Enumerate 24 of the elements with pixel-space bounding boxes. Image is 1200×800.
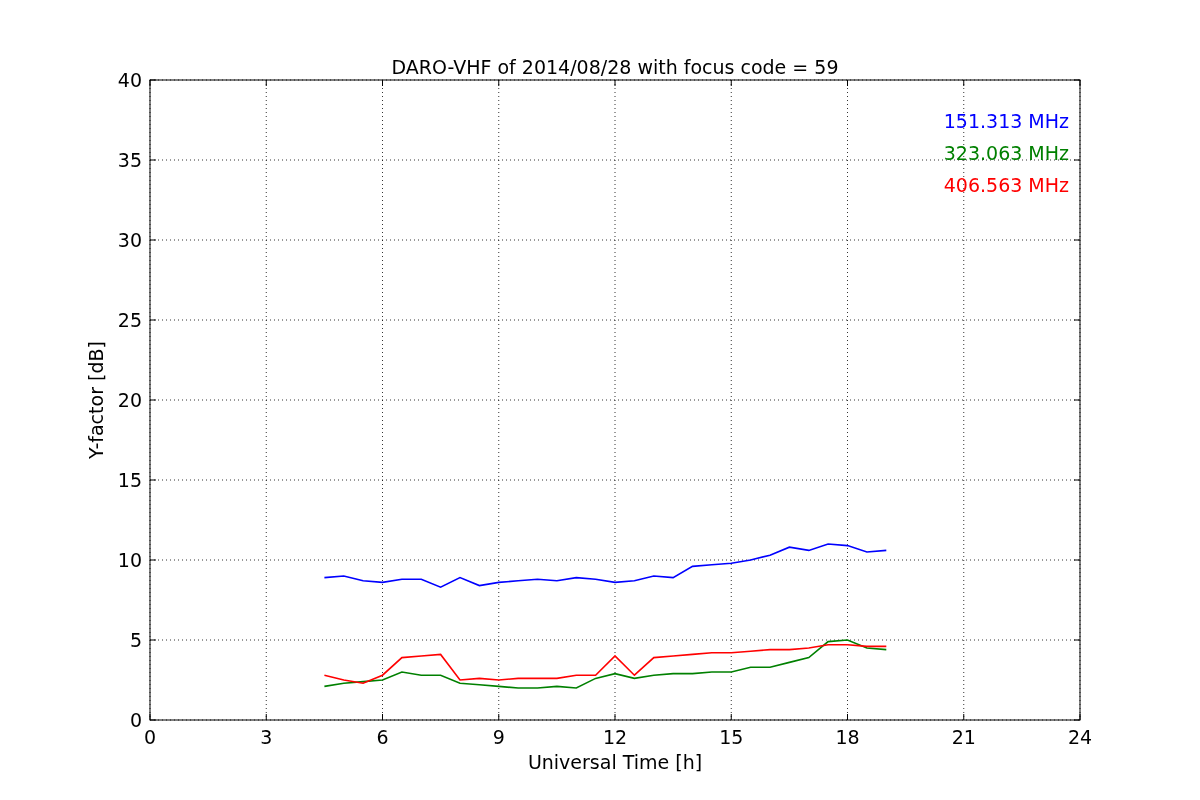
legend-label: 406.563 MHz <box>943 174 1069 196</box>
tick-label: 20 <box>117 389 142 411</box>
chart-title: DARO-VHF of 2014/08/28 with focus code = 59 <box>391 56 839 78</box>
y-axis-label: Y-factor [dB] <box>85 341 107 459</box>
tick-label: 15 <box>719 726 744 748</box>
x-axis-label: Universal Time [h] <box>527 751 703 773</box>
tick-label: 0 <box>143 726 157 748</box>
tick-label: 6 <box>376 726 389 748</box>
tick-label: 15 <box>117 469 142 491</box>
tick-label: 18 <box>835 726 860 748</box>
tick-label: 9 <box>492 726 505 748</box>
tick-label: 40 <box>117 69 142 91</box>
tick-label: 5 <box>129 629 142 651</box>
tick-label: 0 <box>129 709 142 731</box>
tick-label: 10 <box>117 549 142 571</box>
tick-label: 21 <box>951 726 976 748</box>
tick-label: 24 <box>1067 726 1093 748</box>
tick-label: 35 <box>117 149 142 171</box>
tick-label: 12 <box>602 726 628 748</box>
tick-label: 30 <box>117 229 142 251</box>
tick-label: 25 <box>117 309 142 331</box>
legend-label: 323.063 MHz <box>943 142 1069 164</box>
tick-label: 3 <box>260 726 273 748</box>
legend-label: 151.313 MHz <box>943 110 1069 132</box>
